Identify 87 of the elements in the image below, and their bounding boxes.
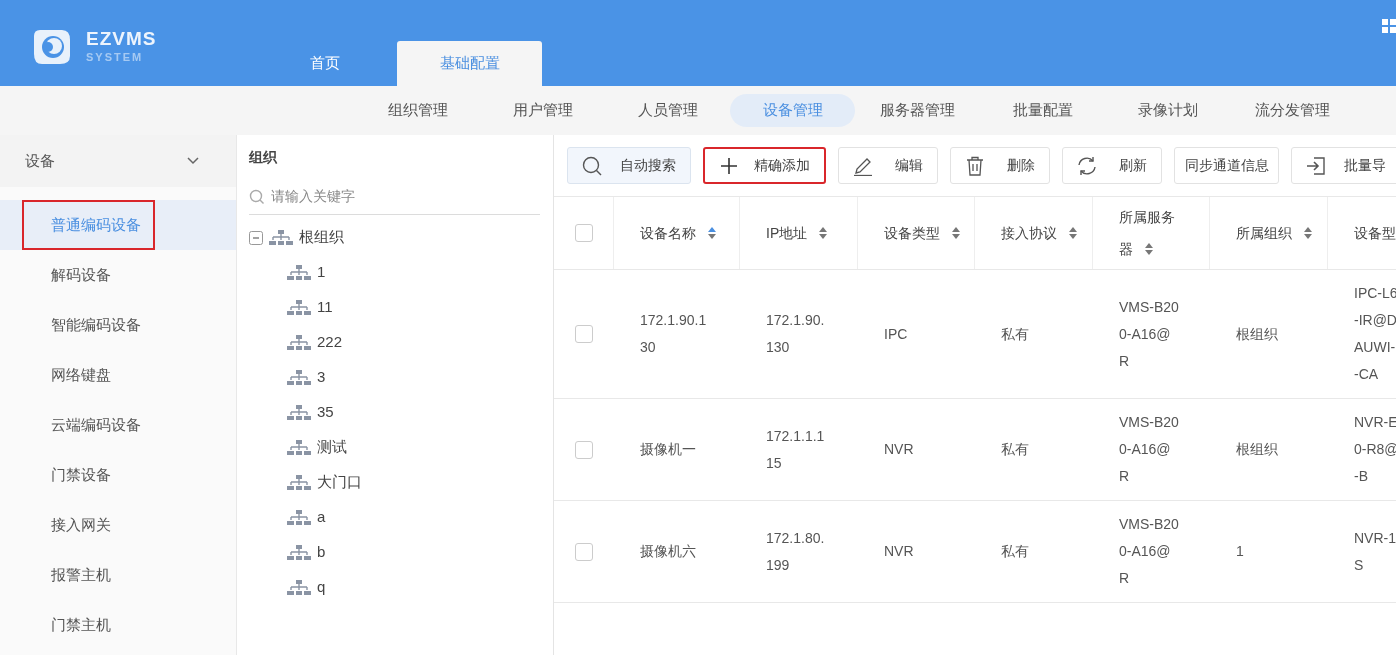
table-cell-text: 私有 xyxy=(1001,324,1030,344)
tree-item[interactable]: b xyxy=(317,541,326,564)
table-cell-text: VMS-B200-A16@R xyxy=(1119,413,1180,486)
org-tree-icon xyxy=(287,579,311,596)
table-cell-text: 1 xyxy=(1236,542,1245,561)
sub-nav-tab[interactable]: 录像计划 xyxy=(1105,94,1230,127)
table-cell-text: 根组织 xyxy=(1236,440,1279,459)
column-header[interactable]: 设备类型 xyxy=(884,217,960,249)
sidebar-item[interactable]: 接入网关 xyxy=(22,500,155,550)
sidebar-item[interactable]: 智能编码设备 xyxy=(22,300,155,350)
table-cell-text: 摄像机一 xyxy=(640,440,697,459)
table-cell-text: IPC xyxy=(884,324,909,344)
org-tree-icon xyxy=(287,544,311,561)
toolbar-button[interactable]: 自动搜索 xyxy=(567,147,691,184)
table-cell-text: 172.1.90.130 xyxy=(640,311,707,357)
tree-item[interactable]: 根组织 xyxy=(299,226,344,249)
grid-icon xyxy=(1382,19,1396,33)
org-tree-icon xyxy=(287,334,311,351)
panel-title: 组织 xyxy=(249,147,278,167)
sub-nav-tab[interactable]: 人员管理 xyxy=(605,94,730,127)
table-cell-text: NVR xyxy=(884,542,915,561)
org-tree-icon xyxy=(287,474,311,491)
sub-nav-tab[interactable]: 服务器管理 xyxy=(855,94,980,127)
table-cell-text: 私有 xyxy=(1001,440,1030,459)
checkbox[interactable] xyxy=(575,325,593,343)
tree-item[interactable]: 大门口 xyxy=(317,471,362,494)
table-cell-text: NVR xyxy=(884,440,915,459)
toolbar-button[interactable]: 刷新 xyxy=(1062,147,1162,184)
column-header[interactable]: IP地址 xyxy=(766,217,828,249)
sidebar-item[interactable]: 云端编码设备 xyxy=(22,400,155,450)
tree-item[interactable]: 3 xyxy=(317,366,326,389)
refresh-icon xyxy=(1077,155,1097,176)
sidebar-group-header[interactable]: 设备 xyxy=(0,135,236,187)
org-tree-icon xyxy=(269,229,293,246)
sidebar-item[interactable]: 解码设备 xyxy=(22,250,155,300)
sidebar-item[interactable]: 门禁设备 xyxy=(22,450,155,500)
column-header[interactable]: 设备名称 xyxy=(640,217,716,249)
org-tree-icon xyxy=(287,404,311,421)
tree-item[interactable]: 35 xyxy=(317,401,334,424)
column-header[interactable]: 接入协议 xyxy=(1001,217,1077,249)
sidebar-item[interactable]: 门禁主机 xyxy=(22,600,155,650)
tree-item[interactable]: q xyxy=(317,576,326,599)
table-cell-text: 172.1.1.115 xyxy=(766,426,826,473)
checkbox[interactable] xyxy=(574,224,593,242)
search-icon xyxy=(249,188,265,205)
tree-item[interactable]: 1 xyxy=(317,261,326,284)
table-cell-text: 私有 xyxy=(1001,542,1030,561)
sidebar-item[interactable]: 网络键盘 xyxy=(22,350,155,400)
trash-icon xyxy=(965,155,985,176)
tree-item[interactable]: a xyxy=(317,506,326,529)
tree-item[interactable]: 11 xyxy=(317,296,333,319)
toolbar-button[interactable]: 批量导 xyxy=(1291,147,1396,184)
column-header[interactable]: 所属组织 xyxy=(1236,217,1312,249)
org-tree-icon xyxy=(287,369,311,386)
org-tree-icon xyxy=(287,264,311,281)
sub-nav-tab[interactable]: 流分发管理 xyxy=(1230,94,1355,127)
toolbar-button[interactable]: 同步通道信息 xyxy=(1174,147,1279,184)
column-header[interactable]: 所属服务器 xyxy=(1119,201,1181,265)
sub-nav-tab[interactable]: 批量配置 xyxy=(980,94,1105,127)
toolbar-button[interactable]: 删除 xyxy=(950,147,1050,184)
sub-nav-tab[interactable]: 用户管理 xyxy=(480,94,605,127)
table-cell-text: VMS-B200-A16@R xyxy=(1119,515,1180,588)
brand-name: EZVMS xyxy=(86,28,157,50)
toolbar-button[interactable]: 编辑 xyxy=(838,147,938,184)
column-header[interactable]: 设备型 xyxy=(1354,217,1396,249)
search-input[interactable]: 请输入关键字 xyxy=(271,186,540,207)
import-icon xyxy=(1306,155,1326,176)
table-cell-text: 根组织 xyxy=(1236,324,1279,344)
table-cell-text: 172.1.80.199 xyxy=(766,528,826,575)
table-cell-text: 172.1.90.130 xyxy=(766,311,826,357)
toolbar-button[interactable]: 精确添加 xyxy=(703,147,826,184)
org-tree-icon xyxy=(287,299,311,316)
brand-subtitle: SYSTEM xyxy=(86,50,145,64)
org-tree-icon xyxy=(287,439,311,456)
checkbox[interactable] xyxy=(575,542,593,561)
plus-icon xyxy=(719,155,739,176)
table-cell-text: NVR-1 S xyxy=(1354,528,1396,575)
org-tree-icon xyxy=(287,509,311,526)
tree-item[interactable]: 222 xyxy=(317,331,343,354)
tree-item[interactable]: 测试 xyxy=(317,436,347,459)
checkbox[interactable] xyxy=(575,440,593,459)
sub-nav-tab[interactable]: 组织管理 xyxy=(355,94,480,127)
sidebar-item[interactable]: 报警主机 xyxy=(22,550,155,600)
table-cell-text: 摄像机六 xyxy=(640,542,697,561)
table-cell-text: VMS-B200-A16@R xyxy=(1119,297,1180,371)
collapse-icon[interactable] xyxy=(249,230,263,245)
search-icon xyxy=(582,155,602,176)
